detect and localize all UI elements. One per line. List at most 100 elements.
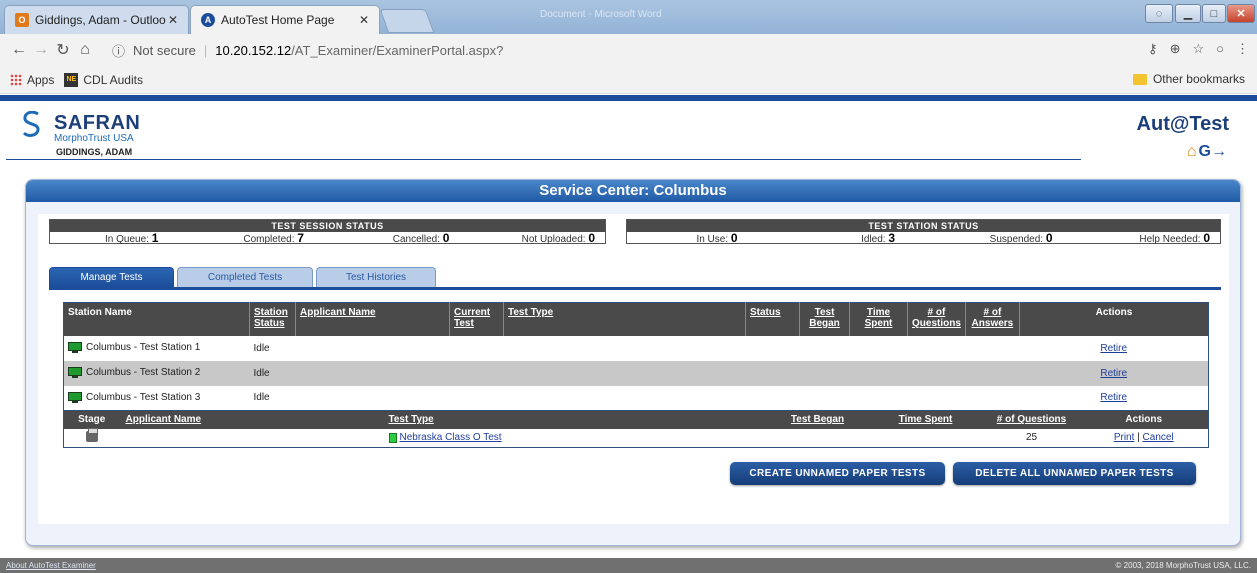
bookmark-label: CDL Audits [83, 72, 143, 87]
other-bookmarks[interactable]: Other bookmarks [1132, 72, 1245, 86]
bookmark-apps[interactable]: Apps [10, 73, 54, 87]
page-footer: About AutoTest Examiner © 2003, 2018 Mor… [0, 558, 1257, 573]
retire-link[interactable]: Retire [1100, 392, 1127, 403]
print-link[interactable]: Print [1114, 432, 1135, 443]
tab-manage-tests[interactable]: Manage Tests [49, 267, 174, 287]
status-in-use: In Use: 0 [696, 231, 738, 245]
col-test-began[interactable]: Test Began [799, 302, 850, 336]
col-num-answers[interactable]: # of Answers [964, 302, 1020, 336]
test-doc-icon [388, 432, 397, 443]
station-status: Idle [253, 392, 270, 404]
status-not-uploaded: Not Uploaded: 0 [521, 231, 596, 245]
home-icon[interactable]: ⌂ [1187, 143, 1197, 161]
table-row: Columbus - Test Station 2 Idle Retire [63, 360, 1209, 386]
brand-sub: MorphoTrust USA [54, 133, 134, 144]
station-status: Idle [249, 360, 296, 386]
zoom-icon[interactable]: ⊕ [1170, 41, 1181, 57]
col-time-spent[interactable]: Time Spent [849, 302, 908, 336]
security-label: Not secure [133, 42, 196, 58]
status-help-needed: Help Needed: 0 [1139, 231, 1210, 245]
tab-completed-tests[interactable]: Completed Tests [177, 267, 313, 287]
about-link[interactable]: About AutoTest Examiner [6, 558, 96, 573]
cancel-link[interactable]: Cancel [1143, 432, 1174, 443]
retire-link[interactable]: Retire [1100, 343, 1127, 354]
window-close-icon[interactable]: ✕ [1227, 4, 1255, 23]
col-time-spent[interactable]: Time Spent [867, 410, 984, 429]
browser-tab-bar: O Giddings, Adam - Outloo ✕ A AutoTest H… [0, 0, 1257, 34]
close-icon[interactable]: ✕ [168, 13, 178, 27]
extension-icon[interactable]: ○ [1216, 41, 1224, 57]
apps-grid-icon [10, 73, 22, 86]
col-applicant-name[interactable]: Applicant Name [119, 410, 383, 429]
bookmark-cdl-audits[interactable]: NE CDL Audits [64, 72, 143, 87]
tab-test-histories[interactable]: Test Histories [316, 267, 436, 287]
minimize-icon[interactable]: ▁ [1175, 4, 1201, 23]
header-icons: ⌂ G→ [1187, 143, 1227, 161]
station-name: Columbus - Test Station 1 [86, 342, 201, 354]
toolbar-icons: ⚷ ⊕ ☆ ○ ⋮ [1148, 41, 1249, 57]
monitor-icon [68, 342, 82, 354]
star-icon[interactable]: ☆ [1192, 41, 1204, 57]
col-test-began[interactable]: Test Began [767, 410, 868, 429]
create-unnamed-paper-tests-button[interactable]: CREATE UNNAMED PAPER TESTS [730, 462, 945, 485]
tab-title: Giddings, Adam - Outloo [35, 13, 166, 27]
tab-underline [49, 287, 1221, 290]
brand-name: SAFRAN [54, 112, 141, 134]
table-row: Columbus - Test Station 3 Idle Retire [64, 386, 1209, 411]
bookmark-label: Apps [27, 72, 55, 87]
table-row: Nebraska Class O Test 25 Print | Cancel [64, 427, 1209, 448]
col-current-test[interactable]: Current Test [449, 302, 504, 336]
test-type-link[interactable]: Nebraska Class O Test [400, 432, 502, 443]
status-title: TEST STATION STATUS [627, 220, 1220, 232]
user-icon[interactable]: ◌ [1145, 4, 1173, 23]
status-in-queue: In Queue: 1 [105, 231, 159, 245]
status-values: In Queue: 1 Completed: 7 Cancelled: 0 No… [50, 231, 605, 245]
home-nav-icon[interactable]: ⌂ [74, 41, 96, 59]
status-idled: Idled: 3 [861, 231, 896, 245]
service-center-panel: Service Center: Columbus TEST SESSION ST… [25, 179, 1241, 546]
key-icon[interactable]: ⚷ [1148, 41, 1158, 57]
status-title: TEST SESSION STATUS [50, 220, 605, 232]
autotest-logo: Aut@Test [1136, 113, 1229, 135]
col-actions: Actions [1079, 410, 1209, 429]
delete-all-unnamed-paper-tests-button[interactable]: DELETE ALL UNNAMED PAPER TESTS [953, 462, 1196, 485]
num-questions: 25 [1025, 432, 1038, 444]
url-path: /AT_Examiner/ExaminerPortal.aspx? [291, 42, 504, 58]
back-icon[interactable]: ← [8, 41, 30, 59]
copyright: © 2003, 2018 MorphoTrust USA, LLC. [1115, 561, 1251, 570]
col-num-questions[interactable]: # of Questions [907, 302, 966, 336]
col-status[interactable]: Status [745, 302, 800, 336]
header-divider [6, 159, 1081, 160]
other-bookmarks-label: Other bookmarks [1152, 72, 1245, 86]
autotest-icon: A [201, 13, 215, 27]
new-tab-button[interactable] [379, 9, 435, 33]
reload-icon[interactable]: ↻ [52, 40, 74, 60]
action-separator: | [1137, 432, 1140, 444]
col-actions: Actions [1018, 302, 1209, 336]
menu-icon[interactable]: ⋮ [1236, 41, 1249, 57]
col-num-questions[interactable]: # of Questions [983, 410, 1080, 429]
retire-link[interactable]: Retire [1100, 368, 1127, 379]
logout-icon[interactable]: G→ [1199, 143, 1227, 161]
page-header: SAFRAN MorphoTrust USA GIDDINGS, ADAM Au… [0, 101, 1257, 171]
col-station-status[interactable]: Station Status [249, 302, 296, 336]
url-field[interactable]: ⓘ Not secure | 10.20.152.12 /AT_Examiner… [112, 38, 1112, 62]
station-name: Columbus - Test Station 2 [86, 367, 201, 379]
col-test-type[interactable]: Test Type [382, 410, 768, 429]
browser-tab-autotest[interactable]: A AutoTest Home Page ✕ [190, 5, 380, 34]
stations-table: Station Name Station Status Applicant Na… [63, 302, 1209, 411]
station-status: Idle [253, 342, 270, 354]
monitor-icon [68, 392, 82, 404]
address-bar: ← → ↻ ⌂ ⓘ Not secure | 10.20.152.12 /AT_… [0, 34, 1257, 66]
maximize-icon[interactable]: □ [1202, 4, 1226, 23]
browser-tab-outlook[interactable]: O Giddings, Adam - Outloo ✕ [4, 5, 189, 34]
col-stage: Stage [63, 410, 120, 429]
panel-title: Service Center: Columbus [26, 180, 1240, 202]
col-test-type[interactable]: Test Type [503, 302, 746, 336]
table-row: Columbus - Test Station 1 Idle Retire [64, 336, 1209, 361]
test-station-status: TEST STATION STATUS In Use: 0 Idled: 3 S… [626, 219, 1221, 245]
info-icon[interactable]: ⓘ [112, 41, 125, 60]
col-applicant-name[interactable]: Applicant Name [295, 302, 450, 336]
close-icon[interactable]: ✕ [359, 13, 369, 27]
forward-icon[interactable]: → [30, 41, 52, 59]
